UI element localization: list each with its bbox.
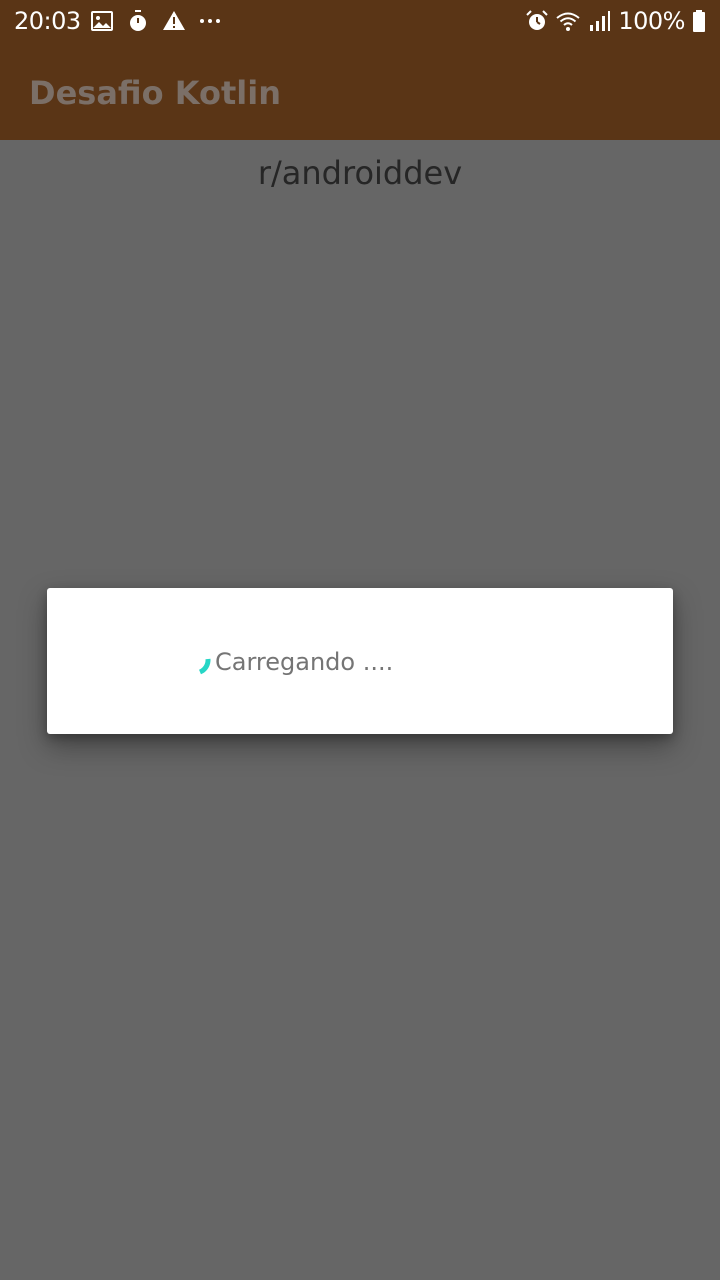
alarm-icon: [525, 9, 549, 33]
warning-icon: [162, 9, 186, 33]
timer-icon: [126, 9, 150, 33]
status-bar: 20:03 100%: [0, 0, 720, 44]
loading-dialog: Carregando ....: [47, 588, 673, 734]
app-title: Desafio Kotlin: [29, 74, 281, 112]
app-bar: Desafio Kotlin: [0, 44, 720, 140]
loading-message: Carregando ....: [215, 648, 394, 676]
image-icon: [90, 9, 114, 33]
status-system-icons: 100%: [525, 7, 706, 35]
battery-percentage: 100%: [618, 7, 685, 35]
subreddit-title: r/androiddev: [257, 154, 463, 192]
status-notification-icons: [90, 9, 222, 33]
wifi-icon: [556, 9, 581, 33]
battery-icon: [692, 9, 706, 33]
more-dots-icon: [198, 9, 222, 33]
signal-icon: [587, 9, 611, 33]
status-time: 20:03: [14, 7, 81, 35]
